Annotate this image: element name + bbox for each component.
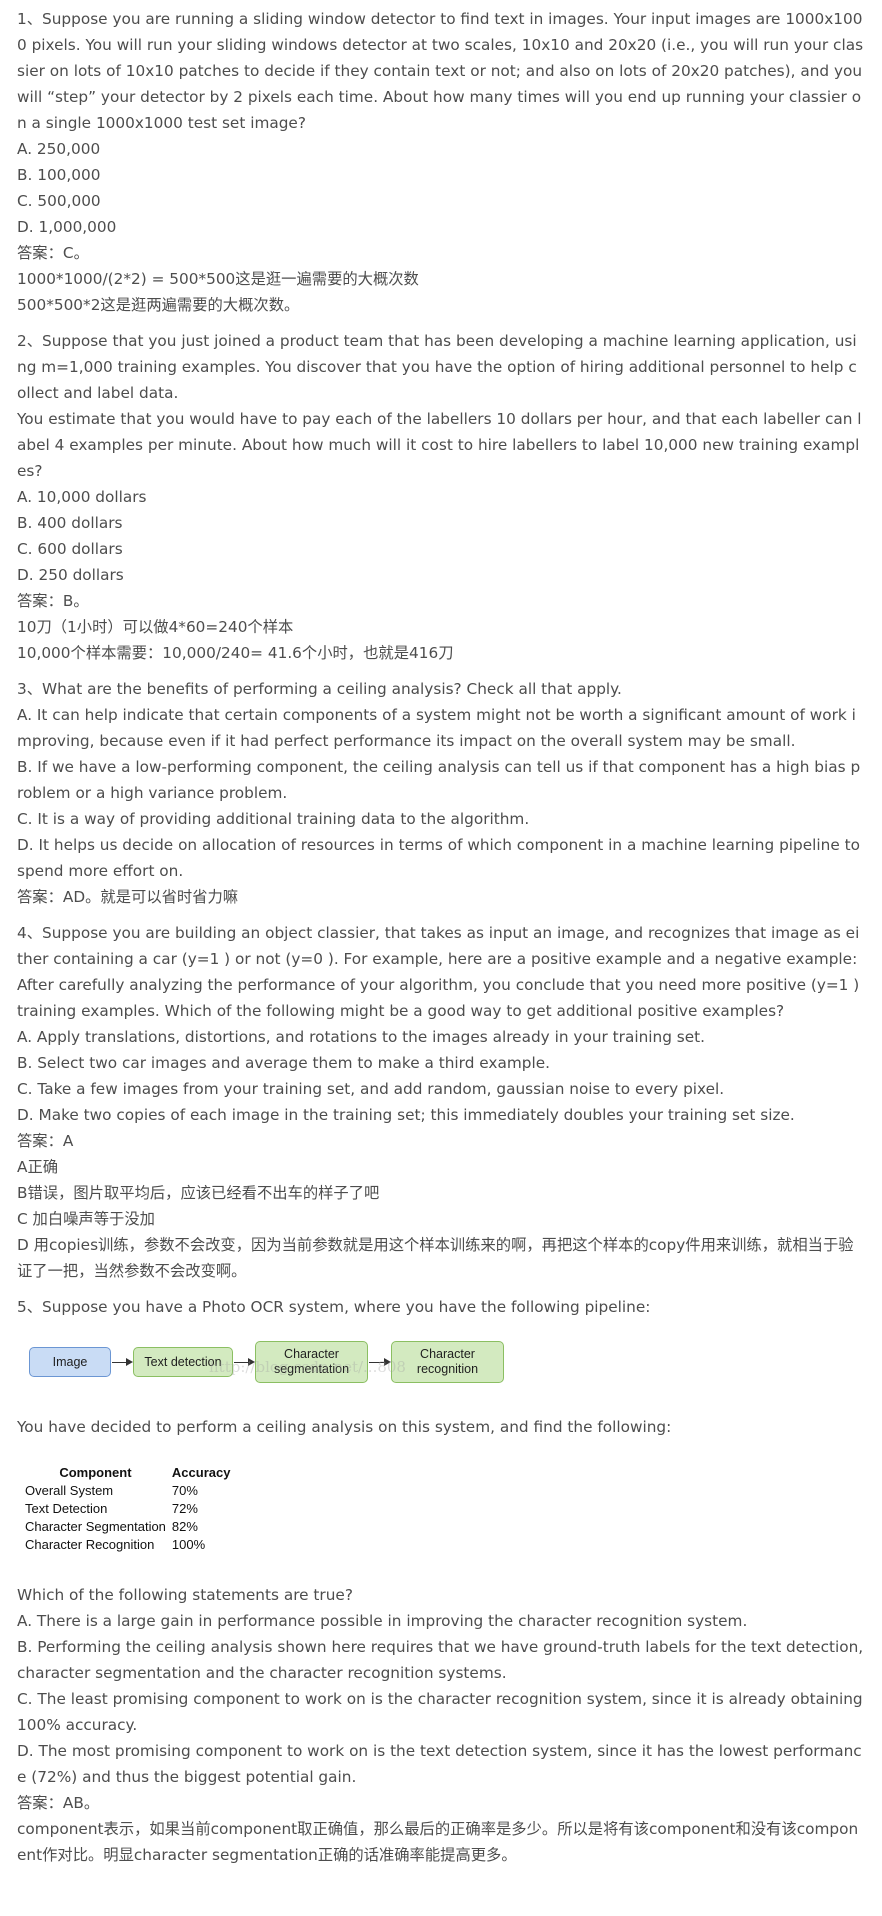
question-3-option-b: B. If we have a low-performing component… (17, 758, 861, 802)
question-5-option-d: D. The most promising component to work … (17, 1742, 862, 1786)
table-cell-component: Text Detection (25, 1501, 108, 1516)
question-2-option-c: C. 600 dollars (17, 540, 123, 558)
question-4-explanation-b: B错误，图片取平均后，应该已经看不出车的样子了吧 (17, 1184, 380, 1202)
document-page: 1、Suppose you are running a sliding wind… (0, 0, 882, 1916)
table-row: Text Detection 72% (25, 1500, 236, 1518)
pipeline-arrow-1 (112, 1358, 133, 1366)
question-1-option-c: C. 500,000 (17, 192, 101, 210)
table-header-component: Component (59, 1465, 132, 1480)
question-2-stem-2: You estimate that you would have to pay … (17, 410, 862, 480)
question-1-explanation-1: 1000*1000/(2*2) = 500*500这是逛一遍需要的大概次数 (17, 270, 419, 288)
question-1-answer: 答案：C。 (17, 244, 89, 262)
question-5-answer: 答案：AB。 (17, 1794, 100, 1812)
question-1-explanation-2: 500*500*2这是逛两遍需要的大概次数。 (17, 296, 300, 314)
question-4-stem: 4、Suppose you are building an object cla… (17, 924, 860, 968)
question-2-explanation-1: 10刀（1小时）可以做4*60=240个样本 (17, 618, 294, 636)
question-4-explanation-a: A正确 (17, 1158, 59, 1176)
table-header-accuracy: Accuracy (171, 1465, 231, 1480)
question-5-ceiling-sentence: You have decided to perform a ceiling an… (17, 1418, 672, 1436)
question-2-answer: 答案：B。 (17, 592, 89, 610)
question-4-explanation-c: C 加白噪声等于没加 (17, 1210, 155, 1228)
question-3-option-a: A. It can help indicate that certain com… (17, 706, 856, 750)
table-cell-component: Character Segmentation (25, 1519, 166, 1534)
question-3-option-c: C. It is a way of providing additional t… (17, 810, 530, 828)
question-5-prompt: Which of the following statements are tr… (17, 1586, 353, 1604)
question-4-option-a: A. Apply translations, distortions, and … (17, 1028, 706, 1046)
question-5: 5、Suppose you have a Photo OCR system, w… (17, 1294, 865, 1868)
ceiling-analysis-table: Component Accuracy Overall System 70% Te… (25, 1464, 236, 1554)
question-3-answer: 答案：AD。就是可以省时省力嘛 (17, 888, 239, 906)
question-2-explanation-2: 10,000个样本需要：10,000/240= 41.6个小时，也就是416刀 (17, 644, 454, 662)
table-row: Overall System 70% (25, 1482, 236, 1500)
ocr-pipeline-diagram: Image Text detection Character segmentat… (17, 1324, 537, 1408)
table-cell-accuracy: 82% (171, 1519, 198, 1534)
question-1: 1、Suppose you are running a sliding wind… (17, 6, 865, 318)
question-3-option-d: D. It helps us decide on allocation of r… (17, 836, 865, 880)
question-1-option-d: D. 1,000,000 (17, 218, 117, 236)
question-2-option-b: B. 400 dollars (17, 514, 123, 532)
question-4: 4、Suppose you are building an object cla… (17, 920, 865, 1284)
question-5-option-b: B. Performing the ceiling analysis shown… (17, 1638, 869, 1682)
question-3-stem: 3、What are the benefits of performing a … (17, 680, 622, 698)
question-1-option-a: A. 250,000 (17, 140, 101, 158)
question-2-option-a: A. 10,000 dollars (17, 488, 147, 506)
question-2-stem: 2、Suppose that you just joined a product… (17, 332, 857, 402)
question-2-option-d: D. 250 dollars (17, 566, 124, 584)
table-cell-accuracy: 72% (171, 1501, 198, 1516)
question-4-explanation-d: D 用copies训练，参数不会改变，因为当前参数就是用这个样本训练来的啊，再把… (17, 1236, 854, 1280)
question-5-stem: 5、Suppose you have a Photo OCR system, w… (17, 1298, 651, 1316)
question-4-option-c: C. Take a few images from your training … (17, 1080, 725, 1098)
table-cell-component: Overall System (25, 1483, 114, 1498)
question-5-option-c: C. The least promising component to work… (17, 1690, 868, 1734)
question-1-option-b: B. 100,000 (17, 166, 101, 184)
question-4-option-b: B. Select two car images and average the… (17, 1054, 550, 1072)
pipeline-box-image: Image (29, 1347, 111, 1377)
table-cell-accuracy: 70% (171, 1483, 198, 1498)
question-2: 2、Suppose that you just joined a product… (17, 328, 865, 666)
question-3: 3、What are the benefits of performing a … (17, 676, 865, 910)
question-4-option-d: D. Make two copies of each image in the … (17, 1106, 795, 1124)
question-4-stem-2: After carefully analyzing the performanc… (17, 976, 865, 1020)
question-4-answer: 答案：A (17, 1132, 74, 1150)
watermark: http://blog.csdn.net/...808 (209, 1358, 406, 1376)
table-row: Character Recognition 100% (25, 1536, 236, 1554)
table-row: Character Segmentation 82% (25, 1518, 236, 1536)
table-cell-accuracy: 100% (171, 1537, 206, 1552)
table-cell-component: Character Recognition (25, 1537, 155, 1552)
question-1-stem: 1、Suppose you are running a sliding wind… (17, 10, 867, 132)
question-5-option-a: A. There is a large gain in performance … (17, 1612, 748, 1630)
pipeline-box-character-recognition: Character recognition (391, 1341, 504, 1383)
table-header-row: Component Accuracy (25, 1464, 236, 1482)
question-5-explanation: component表示，如果当前component取正确值，那么最后的正确率是多… (17, 1820, 859, 1864)
